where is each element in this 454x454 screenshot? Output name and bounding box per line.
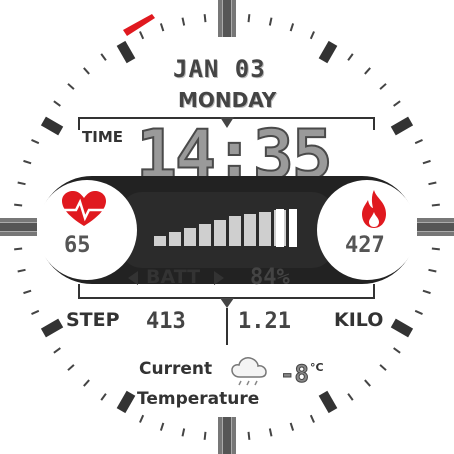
activity-bar bbox=[169, 232, 181, 246]
battery-label: BATT bbox=[146, 266, 201, 288]
activity-bar bbox=[259, 212, 271, 246]
batt-left-arrow-icon[interactable] bbox=[126, 270, 140, 286]
distance-label: KILO bbox=[334, 309, 384, 331]
batt-right-arrow-icon[interactable] bbox=[212, 270, 226, 286]
temperature-unit: °C bbox=[310, 361, 324, 374]
activity-bar-highlight bbox=[289, 209, 297, 247]
battery-percent: 84% bbox=[250, 265, 290, 290]
temperature-value: -8 bbox=[280, 360, 310, 389]
activity-bar bbox=[229, 216, 241, 246]
activity-bar bbox=[184, 228, 196, 246]
activity-bar bbox=[199, 224, 211, 246]
activity-bar-highlight bbox=[276, 209, 284, 247]
weather-label-line1: Current bbox=[139, 359, 213, 379]
weather-label-line2: Temperature bbox=[137, 389, 260, 409]
activity-bar bbox=[214, 220, 226, 246]
distance-value: 1.21 bbox=[238, 309, 291, 334]
cloud-icon bbox=[231, 357, 267, 386]
steps-value: 413 bbox=[146, 309, 186, 334]
steps-label: STEP bbox=[66, 309, 120, 331]
activity-bar bbox=[154, 236, 166, 246]
activity-bar bbox=[244, 214, 256, 246]
